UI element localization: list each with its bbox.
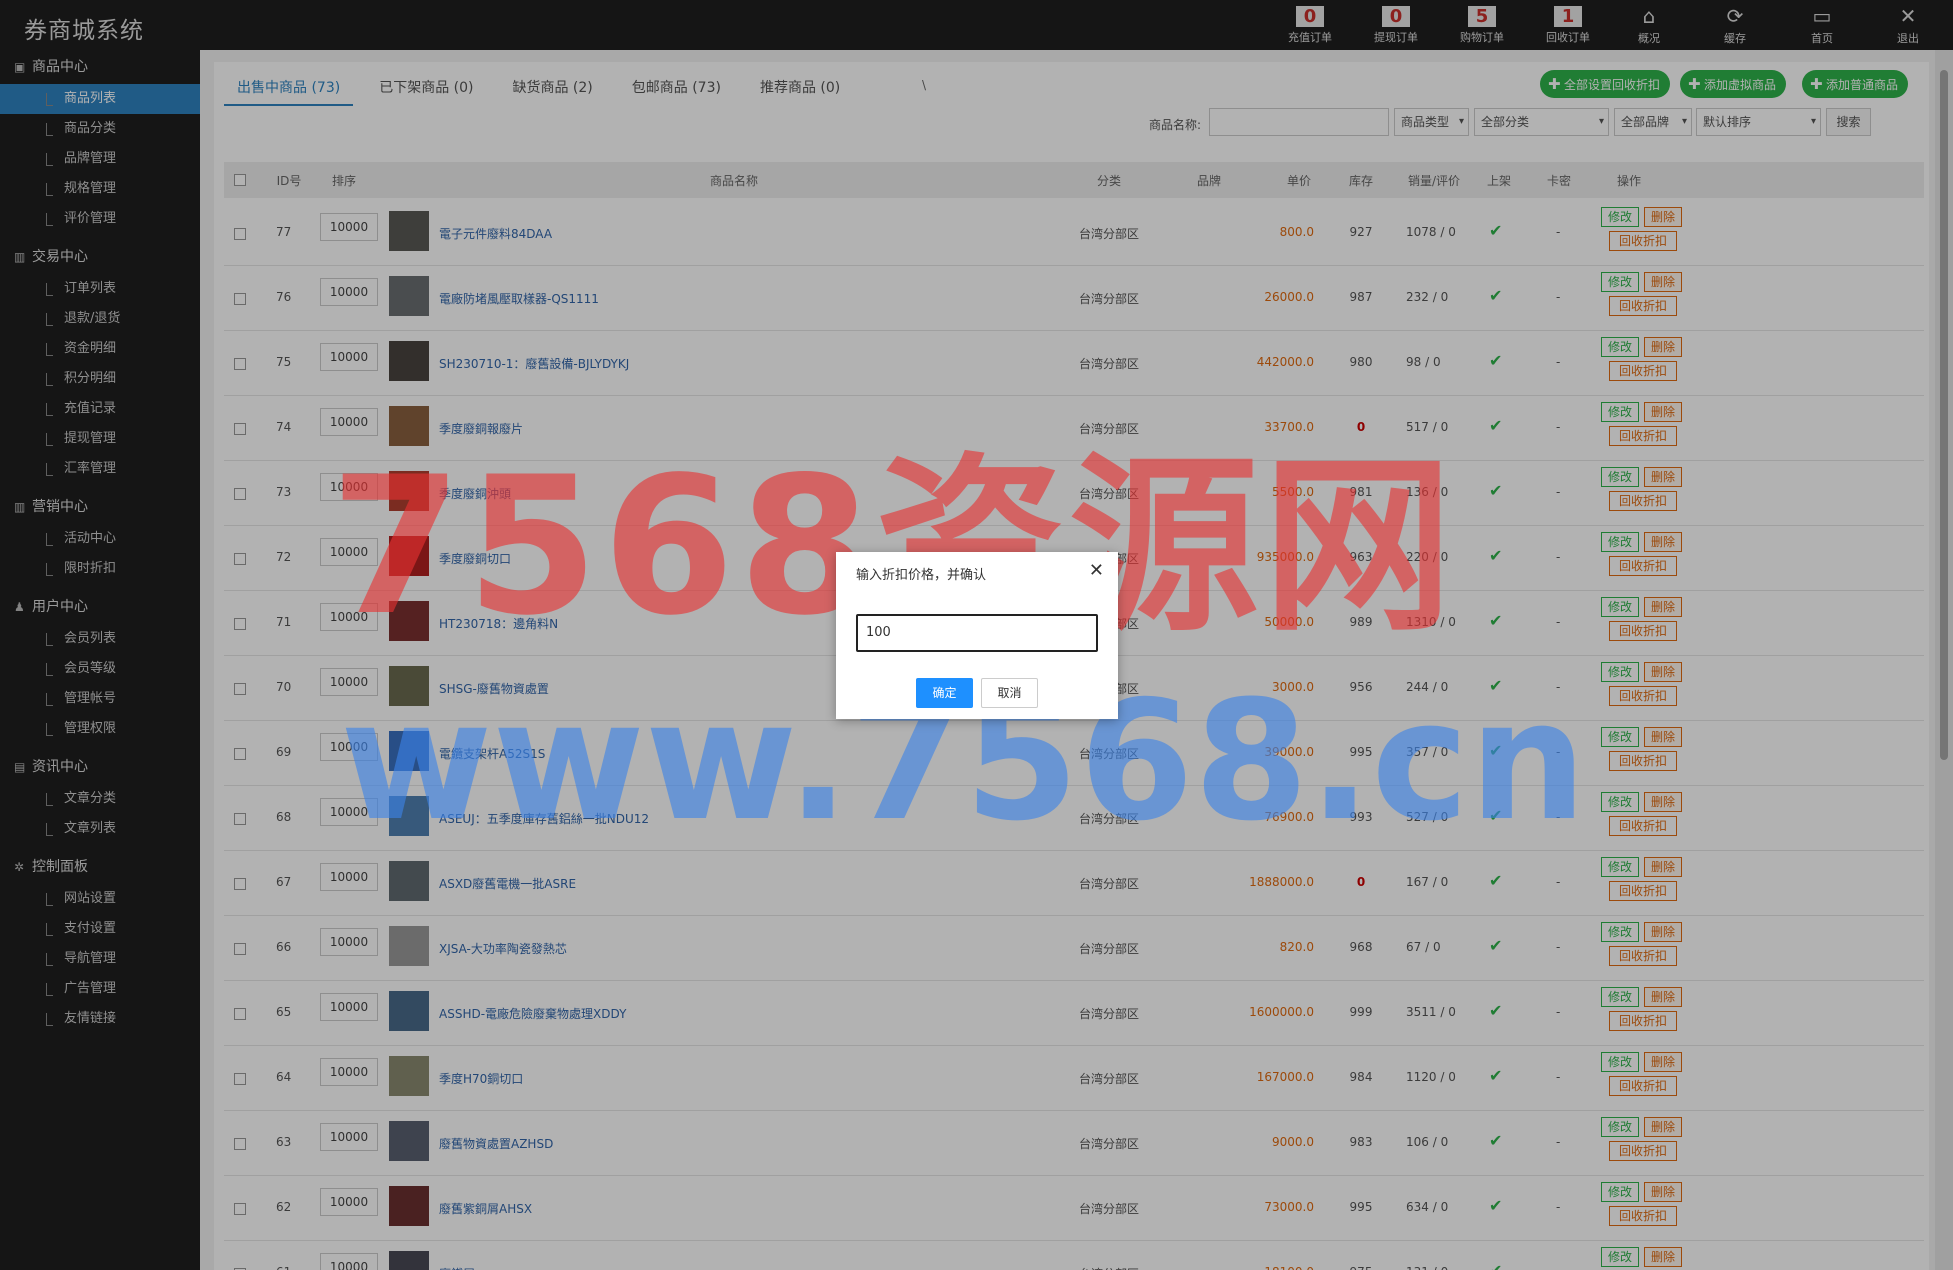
discount-price-input[interactable]: 100 bbox=[856, 614, 1098, 652]
discount-dialog: 输入折扣价格，并确认 ✕ 100 确定 取消 bbox=[836, 552, 1118, 719]
cancel-button[interactable]: 取消 bbox=[981, 678, 1038, 708]
dialog-title: 输入折扣价格，并确认 bbox=[856, 568, 987, 583]
confirm-button[interactable]: 确定 bbox=[916, 678, 973, 708]
close-icon[interactable]: ✕ bbox=[1089, 560, 1104, 581]
